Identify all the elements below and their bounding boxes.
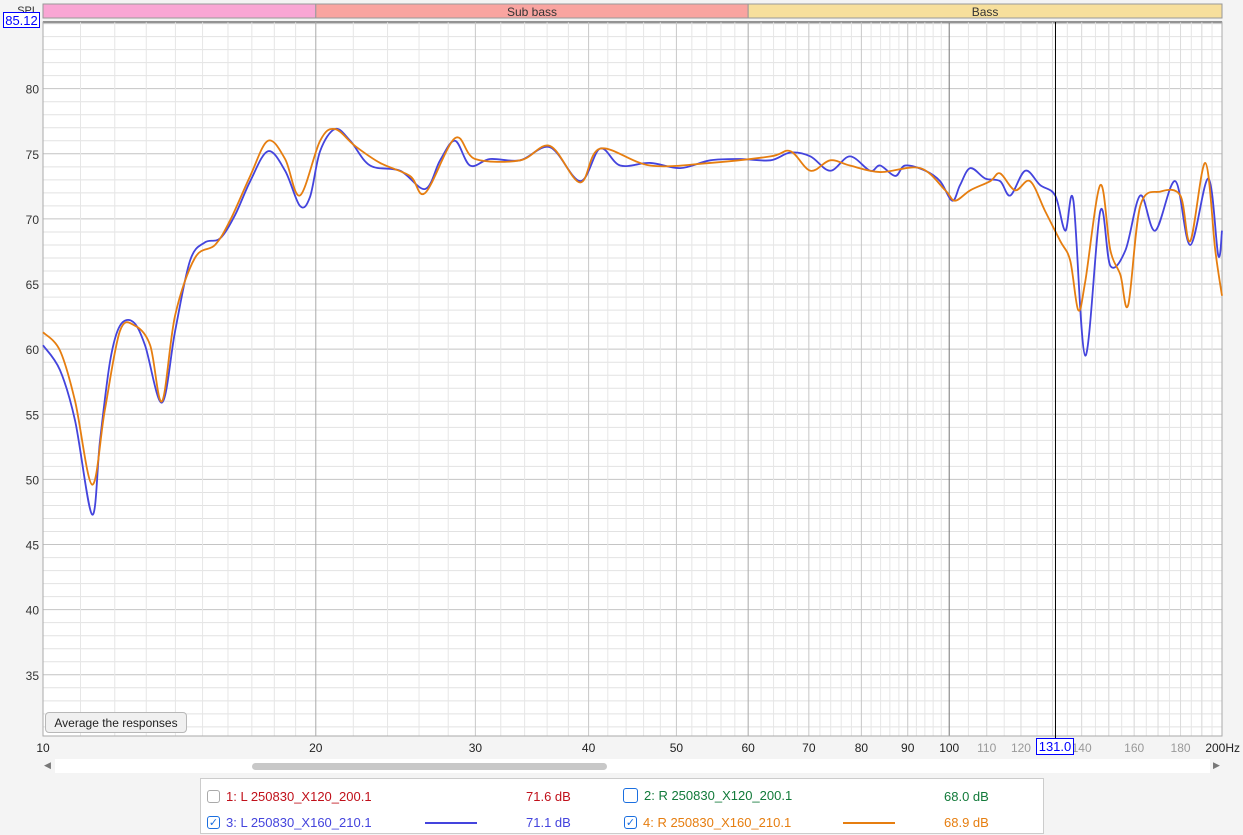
- band-label: Bass: [972, 5, 999, 19]
- legend-swatch-3: [425, 822, 477, 824]
- y-tick-label: 75: [26, 148, 40, 162]
- legend-label-2: 2: R 250830_X120_200.1: [644, 788, 793, 803]
- check-icon: ✓: [625, 817, 636, 829]
- average-responses-button[interactable]: Average the responses: [45, 712, 187, 733]
- scroll-left-icon[interactable]: ◀: [44, 760, 51, 771]
- x-tick-label: 90: [901, 741, 915, 755]
- legend-value-4: 68.9 dB: [944, 815, 989, 830]
- x-tick-label-minor: 120: [1011, 741, 1031, 755]
- legend-value-3: 71.1 dB: [526, 815, 571, 830]
- x-tick-label-minor: 160: [1124, 741, 1144, 755]
- band-label: Sub bass: [507, 5, 557, 19]
- x-tick-label: 10: [36, 741, 50, 755]
- y-tick-label: 50: [26, 473, 40, 487]
- legend-swatch-4: [843, 822, 895, 824]
- scrollbar-thumb[interactable]: [252, 763, 607, 770]
- legend-checkbox-3[interactable]: ✓: [207, 816, 220, 829]
- legend-checkbox-4[interactable]: ✓: [624, 816, 637, 829]
- legend-label-4: 4: R 250830_X160_210.1: [643, 815, 792, 830]
- x-tick-label: 30: [469, 741, 483, 755]
- y-tick-label: 65: [26, 278, 40, 292]
- legend-item-2[interactable]: 2: R 250830_X120_200.1: [623, 788, 792, 803]
- legend-checkbox-1[interactable]: [207, 790, 220, 803]
- y-tick-label: 55: [26, 408, 40, 422]
- horizontal-scrollbar[interactable]: [55, 759, 1210, 773]
- legend-item-1[interactable]: 1: L 250830_X120_200.1: [207, 789, 372, 804]
- x-tick-label-minor: 110: [977, 741, 996, 755]
- y-tick-label: 80: [26, 83, 40, 97]
- scroll-right-icon[interactable]: ▶: [1213, 760, 1220, 771]
- legend-panel: 1: L 250830_X120_200.1 71.6 dB 2: R 2508…: [200, 778, 1044, 834]
- y-tick-label: 45: [26, 539, 40, 553]
- x-tick-label: 80: [855, 741, 869, 755]
- x-tick-label: 20: [309, 741, 323, 755]
- legend-label-1: 1: L 250830_X120_200.1: [226, 789, 372, 804]
- band-0: [42, 3, 317, 19]
- x-tick-label: 100: [939, 741, 959, 755]
- legend-item-3[interactable]: ✓ 3: L 250830_X160_210.1: [207, 815, 372, 830]
- x-tick-label-minor: 180: [1171, 741, 1191, 755]
- x-tick-label: 60: [741, 741, 755, 755]
- x-tick-label: 40: [582, 741, 596, 755]
- legend-value-2: 68.0 dB: [944, 789, 989, 804]
- y-tick-label: 70: [26, 213, 40, 227]
- cursor-x-readout: 131.0: [1036, 738, 1074, 755]
- legend-value-1: 71.6 dB: [526, 789, 571, 804]
- x-tick-label: 50: [670, 741, 684, 755]
- y-tick-label: 35: [26, 669, 40, 683]
- legend-item-4[interactable]: ✓ 4: R 250830_X160_210.1: [624, 815, 791, 830]
- x-tick-label-end: 200Hz: [1205, 741, 1240, 755]
- check-icon: ✓: [208, 817, 219, 829]
- cursor-y-readout: 85.12: [3, 12, 40, 28]
- x-tick-label-minor: 140: [1072, 741, 1092, 755]
- legend-checkbox-2[interactable]: [623, 788, 638, 803]
- plot-area: [43, 22, 1222, 736]
- legend-label-3: 3: L 250830_X160_210.1: [226, 815, 372, 830]
- spl-chart[interactable]: Sub bass Bass35404550556065707580SPL10 20 3…: [0, 0, 1243, 760]
- y-tick-label: 60: [26, 343, 40, 357]
- y-tick-label: 40: [26, 604, 40, 618]
- x-tick-label: 70: [802, 741, 816, 755]
